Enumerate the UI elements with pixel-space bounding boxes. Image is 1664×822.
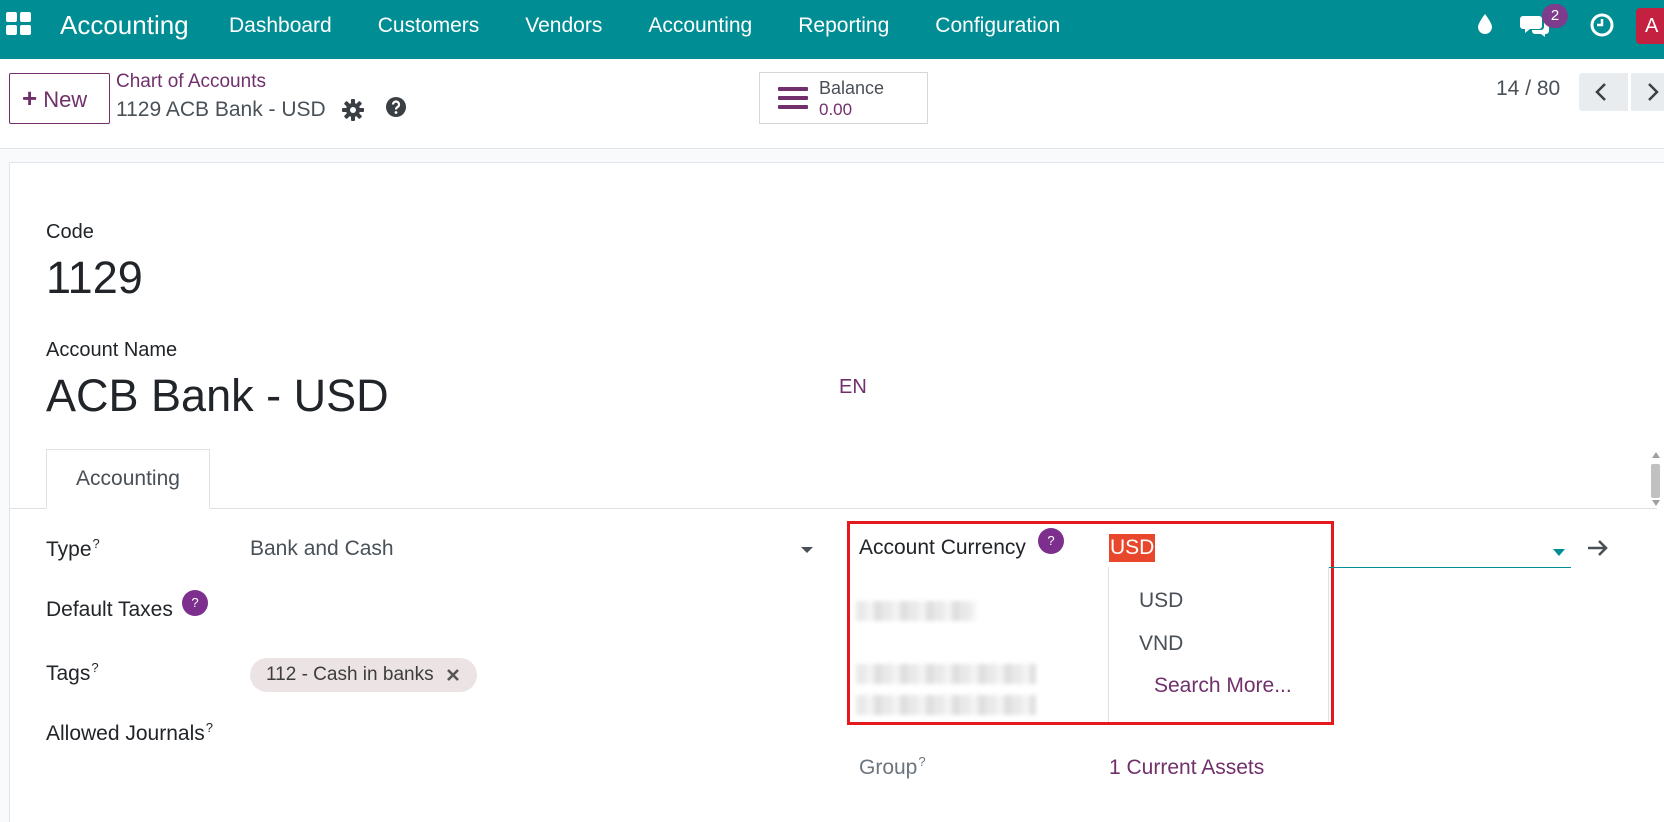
new-button[interactable]: + New [9, 73, 110, 124]
tag-chip[interactable]: 112 - Cash in banks [250, 658, 477, 692]
menu-configuration[interactable]: Configuration [935, 13, 1060, 39]
account-currency-input[interactable] [1108, 532, 1571, 568]
chevron-right-icon [1648, 83, 1659, 101]
allowed-journals-help-mark[interactable]: ? [206, 720, 213, 735]
pager-previous-button[interactable] [1579, 73, 1628, 111]
caret-down-icon[interactable] [801, 547, 813, 553]
account-currency-value[interactable]: USD [1109, 534, 1156, 562]
account-currency-label: Account Currency [859, 536, 1026, 559]
menu-vendors[interactable]: Vendors [525, 13, 602, 39]
code-label: Code [46, 221, 94, 243]
scrollbar-thumb[interactable] [1651, 464, 1660, 498]
account-currency-help-badge[interactable]: ? [1038, 528, 1064, 554]
tags-label: Tags? [46, 660, 99, 686]
menu-accounting[interactable]: Accounting [648, 13, 752, 39]
blurred-field-label [856, 695, 1036, 715]
type-label: Type? [46, 536, 100, 562]
arrow-right-icon[interactable] [1586, 538, 1610, 558]
group-label: Group? [859, 754, 926, 780]
account-name-field[interactable]: ACB Bank - USD [46, 370, 389, 422]
pager-next-button[interactable] [1631, 73, 1664, 111]
dropdown-search-more[interactable]: Search More... [1154, 674, 1292, 698]
pager-value[interactable]: 14 / 80 [1496, 77, 1560, 101]
balance-label: Balance [819, 78, 885, 98]
menu-reporting[interactable]: Reporting [798, 13, 889, 39]
default-taxes-help-badge[interactable]: ? [182, 590, 208, 616]
control-panel: + New Chart of Accounts 1129 ACB Bank - U… [0, 59, 1664, 149]
close-icon[interactable] [445, 667, 461, 683]
main-menu: Dashboard Customers Vendors Accounting R… [214, 13, 1091, 39]
app-brand[interactable]: Accounting [60, 10, 189, 40]
code-field[interactable]: 1129 [46, 252, 143, 304]
balance-value: 0.00 [819, 100, 853, 119]
tag-chip-label: 112 - Cash in banks [266, 664, 434, 685]
group-label-text: Group [859, 756, 918, 779]
currency-dropdown: USD VND Search More... [1108, 567, 1329, 722]
language-button[interactable]: EN [839, 376, 867, 399]
blurred-field-label [856, 601, 976, 621]
scroll-up-arrow-icon[interactable] [1652, 452, 1660, 458]
plus-icon: + [22, 83, 38, 113]
default-taxes-label: Default Taxes [46, 598, 173, 621]
breadcrumb-current-record: 1129 ACB Bank - USD [116, 98, 326, 121]
new-button-label: New [43, 87, 88, 112]
blurred-field-label [856, 664, 1036, 684]
menu-customers[interactable]: Customers [378, 13, 480, 39]
apps-grid-icon[interactable] [6, 12, 32, 36]
chevron-left-icon [1595, 83, 1606, 101]
scroll-down-arrow-icon[interactable] [1652, 500, 1660, 506]
type-label-text: Type [46, 538, 92, 561]
gear-icon[interactable] [342, 99, 364, 121]
balance-smart-button[interactable]: Balance 0.00 [759, 72, 928, 124]
tags-help-mark[interactable]: ? [91, 660, 98, 675]
form-sheet [9, 162, 1664, 822]
help-circle-icon[interactable] [385, 96, 407, 118]
dropdown-option-vnd[interactable]: VND [1139, 632, 1183, 656]
tags-label-text: Tags [46, 662, 91, 685]
tab-accounting[interactable]: Accounting [46, 449, 210, 509]
chat-count-badge: 2 [1542, 4, 1568, 28]
type-select[interactable]: Bank and Cash [250, 537, 394, 561]
user-avatar[interactable]: A [1636, 8, 1664, 44]
allowed-journals-label: Allowed Journals? [46, 720, 213, 746]
water-drop-icon[interactable] [1474, 12, 1496, 36]
top-navbar: Accounting Dashboard Customers Vendors A… [0, 0, 1664, 59]
clock-icon[interactable] [1589, 12, 1615, 38]
allowed-journals-label-text: Allowed Journals [46, 722, 205, 745]
scrollbar[interactable] [1648, 450, 1662, 506]
account-name-label: Account Name [46, 339, 178, 361]
list-bars-icon [778, 87, 808, 109]
tab-divider [9, 508, 1657, 509]
type-help-mark[interactable]: ? [93, 536, 100, 551]
group-field[interactable]: 1 Current Assets [1109, 756, 1264, 780]
caret-down-icon[interactable] [1553, 549, 1565, 556]
group-help-mark[interactable]: ? [918, 754, 925, 769]
breadcrumb-chart-of-accounts[interactable]: Chart of Accounts [116, 71, 266, 93]
dropdown-option-usd[interactable]: USD [1139, 589, 1183, 613]
menu-dashboard[interactable]: Dashboard [229, 13, 332, 39]
